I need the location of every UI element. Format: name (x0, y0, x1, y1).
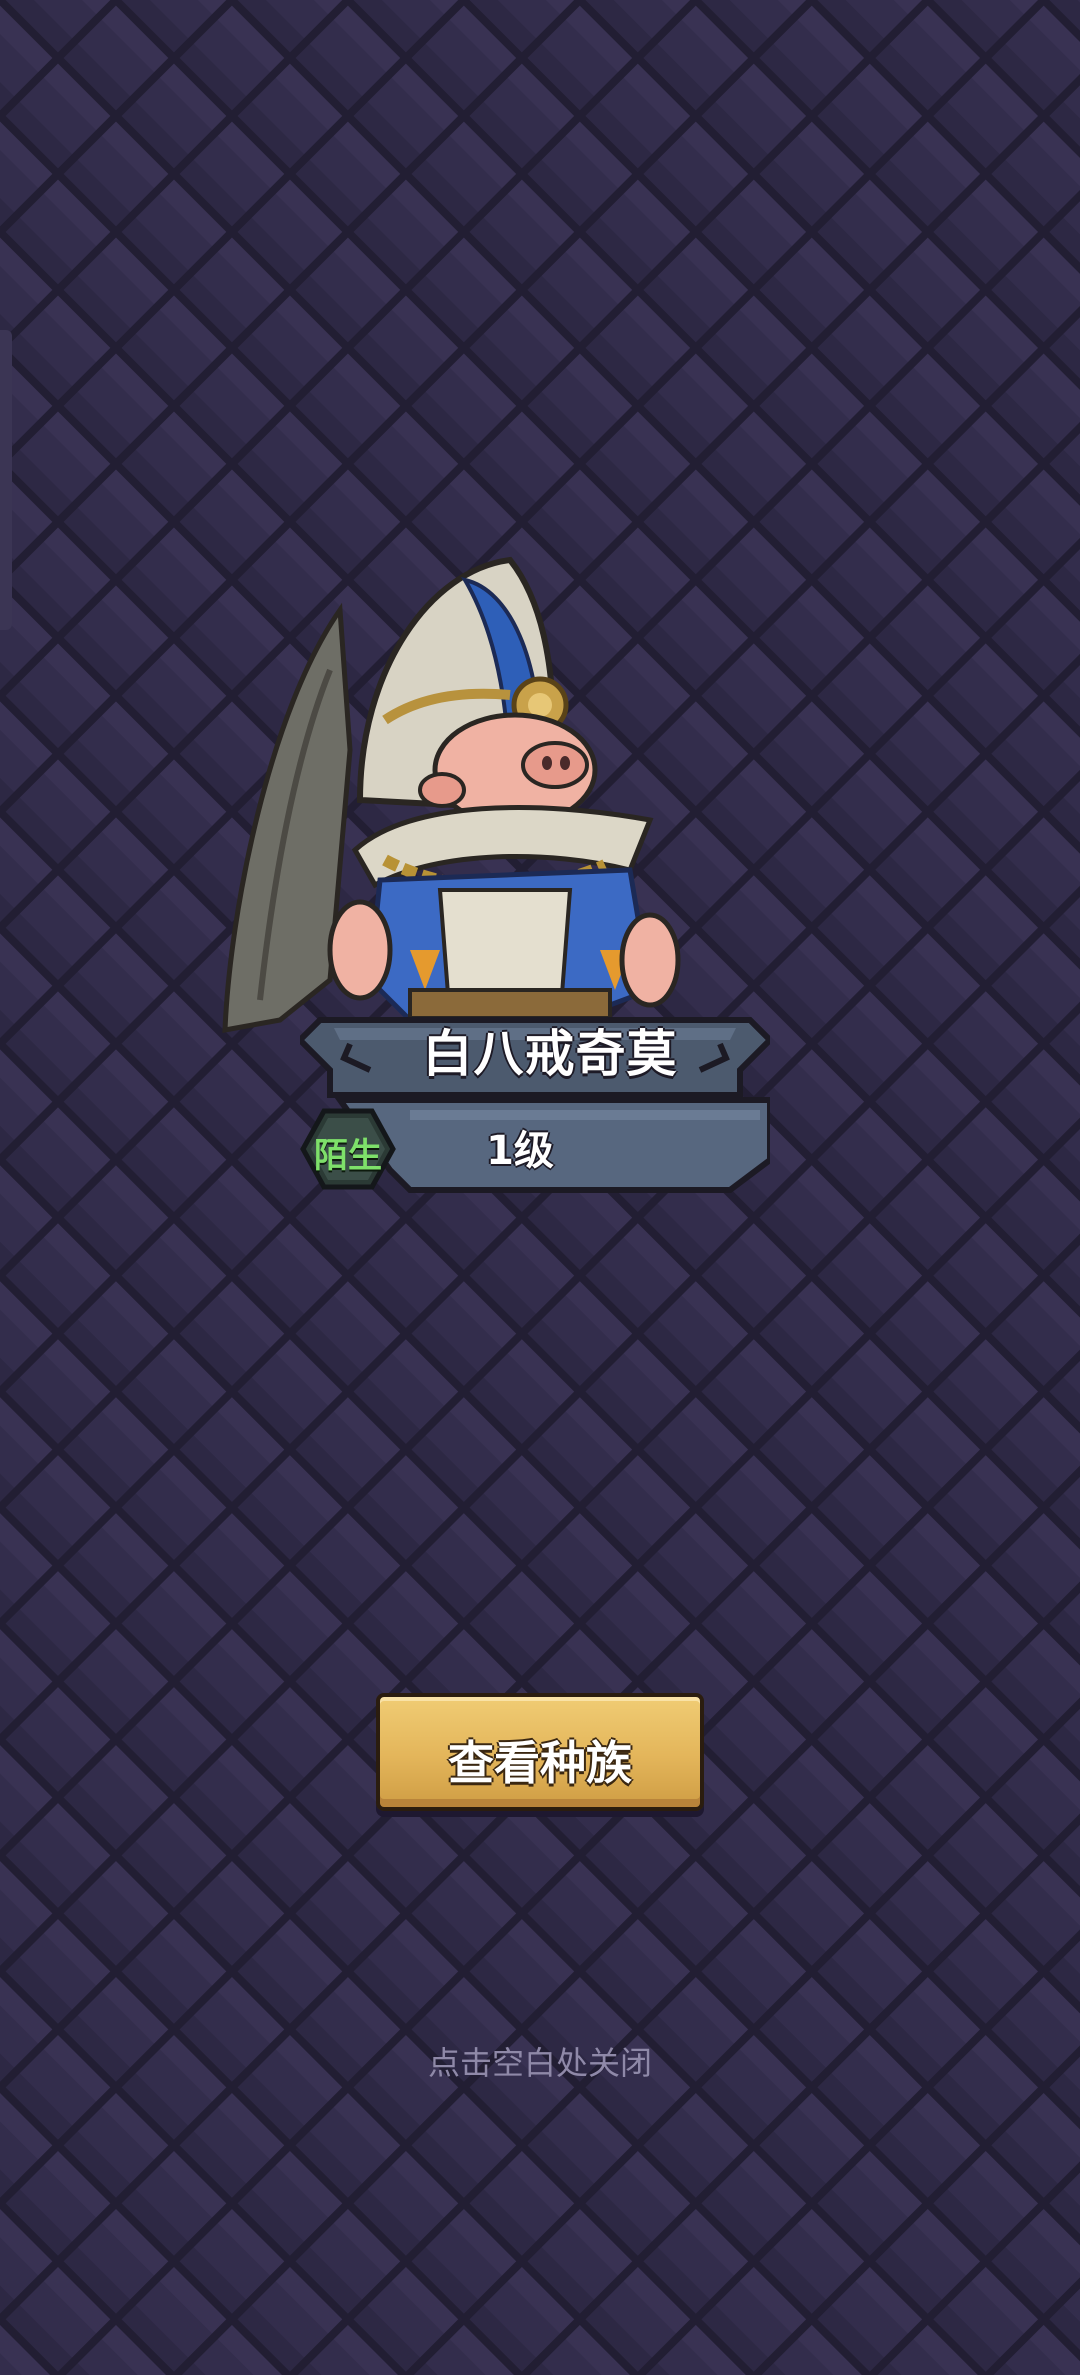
hero-name: 白八戒奇莫 (422, 1025, 678, 1083)
relation-status: 陌生 (314, 1136, 382, 1176)
view-race-label: 查看种族 (448, 1736, 632, 1790)
side-handle (0, 330, 12, 630)
pig-priest-character (222, 556, 681, 1034)
game-screen[interactable]: 白八戒奇莫 1级 陌生 查看种族 点击空白处关闭 (0, 0, 1080, 2375)
relation-badge: 陌生 (300, 1108, 396, 1190)
view-race-button[interactable]: 查看种族 (376, 1693, 704, 1811)
hero-nameplate: 白八戒奇莫 1级 陌生 (300, 1000, 770, 1200)
close-hint: 点击空白处关闭 (427, 2044, 652, 2082)
hero-level: 1级 (486, 1128, 554, 1174)
